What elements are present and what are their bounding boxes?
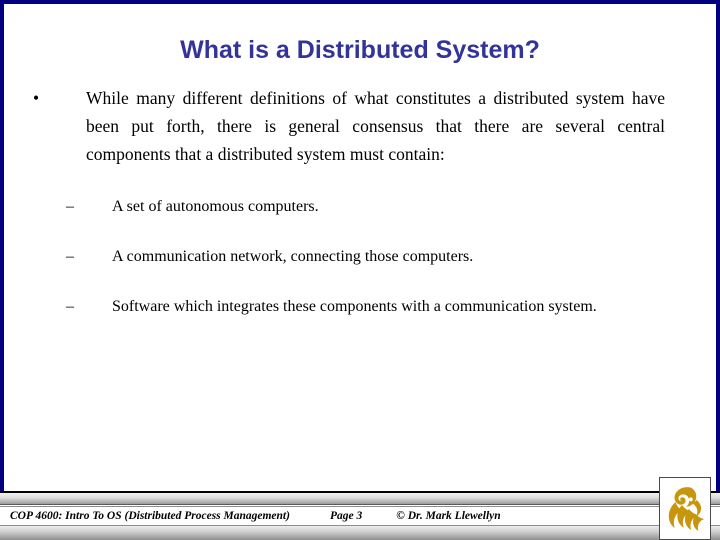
slide-footer: COP 4600: Intro To OS (Distributed Proce… [0,477,720,540]
ucf-pegasus-logo [659,477,711,540]
footer-info: COP 4600: Intro To OS (Distributed Proce… [10,506,501,526]
slide-canvas: What is a Distributed System? • While ma… [0,0,720,540]
sub-bullet-text: Software which integrates these componen… [112,298,597,315]
footer-band-upper [0,493,720,505]
bullet-text: While many different definitions of what… [86,88,665,164]
footer-band-lower [0,526,720,540]
slide-title: What is a Distributed System? [180,36,540,64]
sub-bullet-text: A set of autonomous computers. [112,198,319,215]
dash-marker-icon: – [66,298,74,315]
pegasus-icon [668,487,705,531]
dash-marker-icon: – [66,198,74,215]
slide-body: • While many different definitions of wh… [0,84,720,320]
bullet-item: • While many different definitions of wh… [0,84,720,168]
sub-bullet-item: – Software which integrates these compon… [0,294,720,320]
footer-course-label: COP 4600: Intro To OS (Distributed Proce… [10,510,290,522]
footer-copyright: © Dr. Mark Llewellyn [396,510,501,522]
footer-page-number: Page 3 [329,510,363,522]
sub-bullet-list: – A set of autonomous computers. – A com… [0,194,720,320]
bullet-marker-icon: • [33,88,40,108]
sub-bullet-item: – A set of autonomous computers. [0,194,720,220]
sub-bullet-text: A communication network, connecting thos… [112,248,474,265]
dash-marker-icon: – [66,248,74,265]
sub-bullet-item: – A communication network, connecting th… [0,244,720,270]
slide-border-top [0,0,720,4]
